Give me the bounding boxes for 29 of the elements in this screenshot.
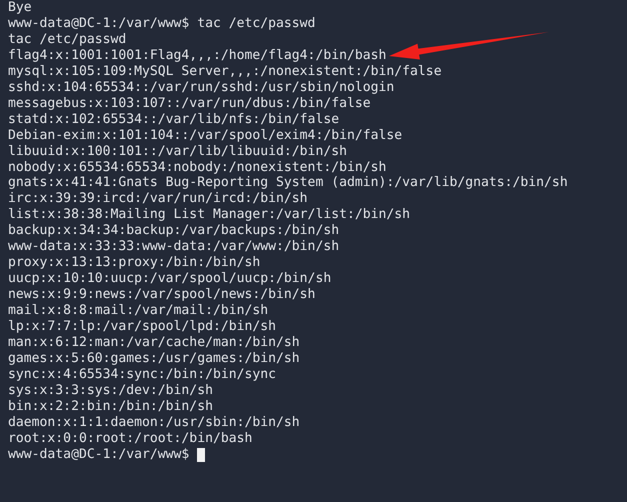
output-line: root:x:0:0:root:/root:/bin/bash (8, 430, 252, 447)
output-line: sshd:x:104:65534::/var/run/sshd:/usr/sbin/nologin (8, 80, 394, 96)
output-line: bin:x:2:2:bin:/bin:/bin/sh (8, 398, 213, 415)
output-line: flag4:x:1001:1001:Flag4,,,:/home/flag4:/bin/bash (8, 48, 386, 64)
output-line: games:x:5:60:games:/usr/games:/bin/sh (8, 350, 300, 367)
output-line: uucp:x:10:10:uucp:/var/spool/uucp:/bin/sh (8, 271, 332, 288)
output-line: man:x:6:12:man:/var/cache/man:/bin/sh (8, 335, 300, 351)
output-line: backup:x:34:34:backup:/var/backups:/bin/sh (8, 223, 340, 240)
output-line: sys:x:3:3:sys:/dev:/bin/sh (8, 382, 213, 399)
output-line: gnats:x:41:41:Gnats Bug-Reporting System (admin):/var/lib/gnats:/bin/sh (8, 175, 568, 192)
output-line: libuuid:x:100:101::/var/lib/libuuid:/bin/sh (8, 144, 347, 160)
command-prompt: www-data@DC-1:/var/www$ tac /etc/passwd (8, 16, 316, 32)
output-line: www-data:x:33:33:www-data:/var/www:/bin/sh (8, 239, 340, 256)
output-line: nobody:x:65534:65534:nobody:/nonexistent:/bin/sh (8, 160, 386, 176)
output-line: Bye (8, 0, 32, 16)
output-line: messagebus:x:103:107::/var/run/dbus:/bin/false (8, 96, 371, 112)
output-line: irc:x:39:39:ircd:/var/run/ircd:/bin/sh (8, 191, 308, 208)
output-line: tac /etc/passwd (8, 32, 126, 48)
output-line: Debian-exim:x:101:104::/var/spool/exim4:/bin/false (8, 128, 402, 144)
output-line: mysql:x:105:109:MySQL Server,,,:/nonexistent:/bin/false (8, 64, 442, 80)
output-line: daemon:x:1:1:daemon:/usr/sbin:/bin/sh (8, 414, 300, 431)
output-line: news:x:9:9:news:/var/spool/news:/bin/sh (8, 287, 316, 304)
output-line: proxy:x:13:13:proxy:/bin:/bin/sh (8, 255, 260, 272)
output-line: statd:x:102:65534::/var/lib/nfs:/bin/false (8, 112, 340, 128)
output-line: list:x:38:38:Mailing List Manager:/var/list:/bin/sh (8, 207, 410, 224)
output-line: mail:x:8:8:mail:/var/mail:/bin/sh (8, 303, 268, 320)
output-line: lp:x:7:7:lp:/var/spool/lpd:/bin/sh (8, 319, 276, 336)
output-line: sync:x:4:65534:sync:/bin:/bin/sync (8, 366, 276, 383)
command-prompt: www-data@DC-1:/var/www$ (8, 446, 190, 463)
